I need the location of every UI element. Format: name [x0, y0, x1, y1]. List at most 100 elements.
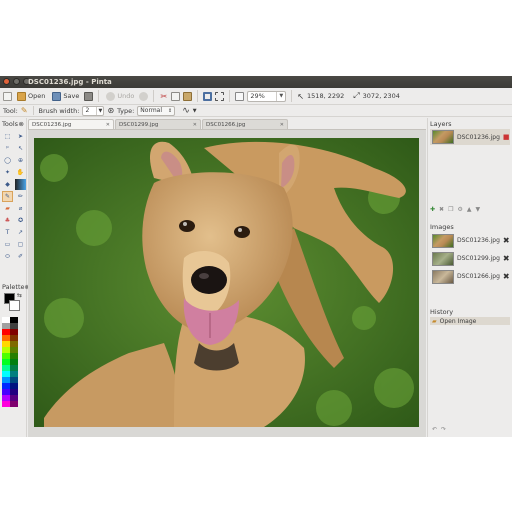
updown-icon: ⇕	[168, 107, 173, 114]
title-bar: DSC01236.jpg - Pinta	[0, 76, 512, 88]
layers-header: Layers	[430, 120, 452, 128]
rounded-rectangle-tool-icon[interactable]: ▢	[15, 239, 26, 250]
paintbrush-tool-icon[interactable]: ✎	[2, 191, 13, 202]
brush-type-value: Normal	[140, 107, 163, 114]
layer-visibility-icon[interactable]: ■	[503, 133, 510, 141]
save-icon	[52, 91, 62, 101]
tab-document-3[interactable]: DSC01266.jpg ✕	[202, 119, 288, 129]
chevron-down-icon[interactable]: ▼	[276, 91, 285, 101]
redo-icon[interactable]	[139, 91, 149, 101]
palette-swatches[interactable]	[2, 317, 18, 407]
brush-width-combobox[interactable]: 2 ▼	[82, 105, 105, 116]
canvas-area[interactable]	[28, 129, 426, 437]
image-list-item[interactable]: DSC01299.jpg ✖	[430, 250, 510, 267]
close-image-icon[interactable]: ✖	[503, 254, 510, 263]
document-tabs: DSC01236.jpg ✕ DSC01299.jpg ✕ DSC01266.j…	[28, 119, 426, 129]
secondary-color-swatch[interactable]	[9, 300, 20, 311]
crop-icon[interactable]	[203, 91, 213, 101]
close-icon[interactable]: ⊗	[19, 120, 24, 128]
line-curve-tool-icon[interactable]: ↗	[15, 227, 26, 238]
close-window-button[interactable]	[3, 78, 10, 85]
zoom-tool-icon[interactable]: ⊕	[15, 155, 26, 166]
undo-button[interactable]: Undo	[104, 90, 136, 103]
image-canvas[interactable]	[34, 138, 419, 427]
delete-layer-icon[interactable]: ✖	[439, 206, 444, 213]
move-layer-up-icon[interactable]: ▲	[467, 206, 472, 213]
zoom-combobox[interactable]: 29% ▼	[247, 90, 287, 102]
open-label: Open	[28, 92, 46, 100]
image-list-item[interactable]: DSC01236.jpg ✖	[430, 232, 510, 249]
redo-icon[interactable]: ↷	[441, 426, 446, 433]
swap-colors-icon[interactable]: ⇆	[17, 292, 22, 299]
open-button[interactable]: Open	[15, 90, 47, 103]
image-list-item[interactable]: DSC01266.jpg ✖	[430, 268, 510, 285]
layer-actions: ✚ ✖ ❐ ⚙ ▲ ▼	[428, 204, 512, 215]
move-selected-tool-icon[interactable]: ➤	[15, 131, 26, 142]
window-title: DSC01236.jpg - Pinta	[28, 78, 112, 86]
pan-tool-icon[interactable]: ✋	[15, 167, 26, 178]
magic-wand-tool-icon[interactable]: ✦	[2, 167, 13, 178]
new-file-icon[interactable]	[3, 91, 12, 101]
close-image-icon[interactable]: ✖	[503, 236, 510, 245]
images-empty-area	[428, 286, 512, 306]
paint-bucket-tool-icon[interactable]: ◆	[2, 179, 13, 190]
image-thumbnail	[432, 233, 454, 248]
dog-photo	[34, 138, 419, 427]
image-label: DSC01299.jpg	[457, 255, 500, 262]
freeform-shape-tool-icon[interactable]: ✐	[15, 251, 26, 262]
antialias-icon[interactable]: ⊛	[107, 106, 114, 115]
close-tab-icon[interactable]: ✕	[280, 122, 284, 128]
tools-header: Tools ⊗	[0, 118, 26, 130]
duplicate-layer-icon[interactable]: ❐	[448, 206, 453, 213]
undo-label: Undo	[117, 92, 135, 100]
antialiasing-toggle-icon[interactable]: ∿	[182, 106, 190, 116]
color-picker-tool-icon[interactable]: ⌀	[15, 203, 26, 214]
chevron-down-icon[interactable]: ▼	[193, 108, 197, 114]
print-icon[interactable]	[84, 91, 94, 101]
add-layer-icon[interactable]: ✚	[430, 206, 435, 213]
move-layer-down-icon[interactable]: ▼	[475, 206, 480, 213]
lasso-select-tool-icon[interactable]: ᵖ	[2, 143, 13, 154]
cut-icon[interactable]: ✂	[159, 92, 168, 101]
copy-icon[interactable]	[171, 91, 181, 101]
undo-icon[interactable]: ↶	[432, 426, 437, 433]
tab-document-1[interactable]: DSC01236.jpg ✕	[28, 119, 114, 129]
pinta-window: DSC01236.jpg - Pinta Open Save Undo ✂ 29…	[0, 76, 512, 437]
clone-stamp-tool-icon[interactable]: ♣	[2, 215, 13, 226]
folder-icon	[17, 91, 26, 101]
layer-properties-icon[interactable]: ⚙	[457, 206, 462, 213]
save-button[interactable]: Save	[50, 90, 81, 103]
brush-width-value: 2	[85, 107, 90, 114]
tab-label: DSC01299.jpg	[119, 121, 159, 128]
brush-type-combobox[interactable]: Normal ⇕	[137, 105, 176, 116]
separator	[153, 90, 155, 102]
text-tool-icon[interactable]: T	[2, 227, 13, 238]
save-label: Save	[63, 92, 80, 100]
ellipse-select-tool-icon[interactable]: ◯	[2, 155, 13, 166]
ellipse-tool-icon[interactable]: ⬭	[2, 251, 13, 262]
eraser-tool-icon[interactable]: ▰	[2, 203, 13, 214]
minimize-window-button[interactable]	[13, 78, 20, 85]
layer-item[interactable]: DSC01236.jpg ■	[430, 129, 510, 145]
recolor-tool-icon[interactable]: ✪	[15, 215, 26, 226]
rectangle-select-tool-icon[interactable]: ⬚	[2, 131, 13, 142]
brush-width-label: Brush width:	[38, 106, 80, 115]
type-label: Type:	[117, 106, 135, 115]
close-image-icon[interactable]: ✖	[503, 272, 510, 281]
close-tab-icon[interactable]: ✕	[106, 122, 110, 128]
history-item[interactable]: ▰ Open Image	[430, 317, 510, 325]
close-tab-icon[interactable]: ✕	[193, 122, 197, 128]
cursor-position: 1518, 2292	[307, 92, 345, 100]
main-toolbar: Open Save Undo ✂ 29% ▼ ↖ 1518, 2292 ⤢ 30…	[0, 88, 512, 105]
tools-header-label: Tools	[2, 120, 19, 128]
chevron-down-icon[interactable]: ▼	[96, 106, 103, 115]
paste-icon[interactable]	[183, 91, 193, 101]
move-selection-tool-icon[interactable]: ↖	[15, 143, 26, 154]
deselect-icon[interactable]	[215, 91, 225, 101]
pencil-tool-icon[interactable]: ✏	[15, 191, 26, 202]
zoom-value: 29%	[250, 92, 265, 100]
tool-options-bar: Tool: ✎ Brush width: 2 ▼ ⊛ Type: Normal …	[0, 105, 512, 117]
tab-document-2[interactable]: DSC01299.jpg ✕	[115, 119, 201, 129]
gradient-tool-icon[interactable]	[15, 179, 26, 190]
rectangle-tool-icon[interactable]: ▭	[2, 239, 13, 250]
